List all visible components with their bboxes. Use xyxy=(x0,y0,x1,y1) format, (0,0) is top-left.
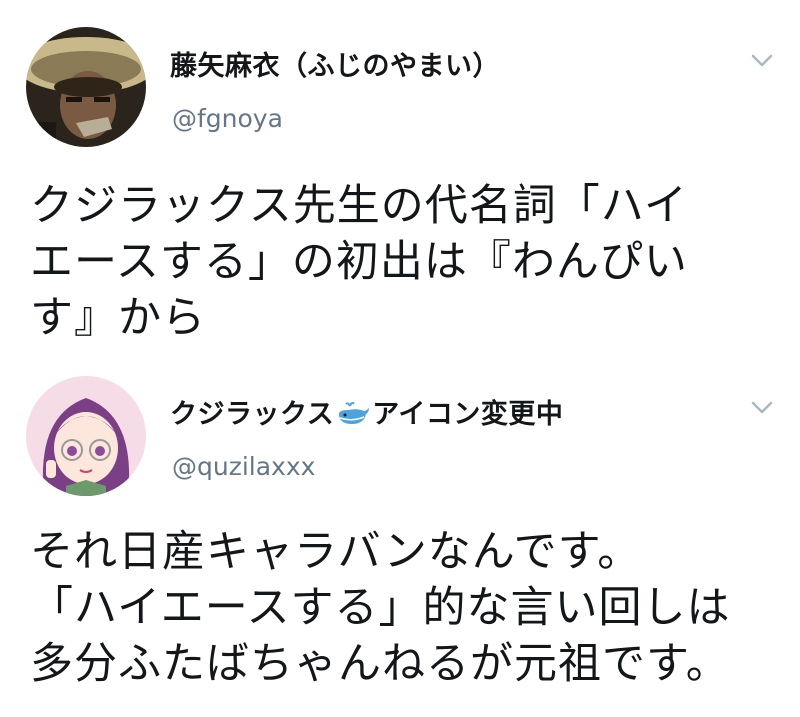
display-name-prefix: クジラックス xyxy=(170,399,335,430)
user-handle[interactable]: @quzilaxxx xyxy=(172,452,315,481)
whale-emoji-icon xyxy=(336,400,370,433)
tweet-text-line: 多分ふたばちゃんねるが元祖です。 xyxy=(30,639,730,689)
tweet-text: それ日産キャラバンなんです。 「ハイエースする」的な言い回しは 多分ふたばちゃん… xyxy=(30,524,790,692)
display-name[interactable]: クジラックス アイコン変更中 xyxy=(170,392,563,433)
tweet-text-line: 「ハイエースする」的な言い回しは xyxy=(30,583,731,633)
tweet-text-line: それ日産キャラバンなんです。 xyxy=(30,527,642,577)
chevron-down-icon[interactable] xyxy=(748,397,776,417)
user-avatar[interactable] xyxy=(26,376,146,496)
anime-girl-avatar-icon xyxy=(26,376,146,496)
display-name-suffix: アイコン変更中 xyxy=(372,399,564,430)
tweet-2: クジラックス アイコン変更中 @quzilaxxx それ日産キャラバンなんです。 … xyxy=(0,0,800,717)
